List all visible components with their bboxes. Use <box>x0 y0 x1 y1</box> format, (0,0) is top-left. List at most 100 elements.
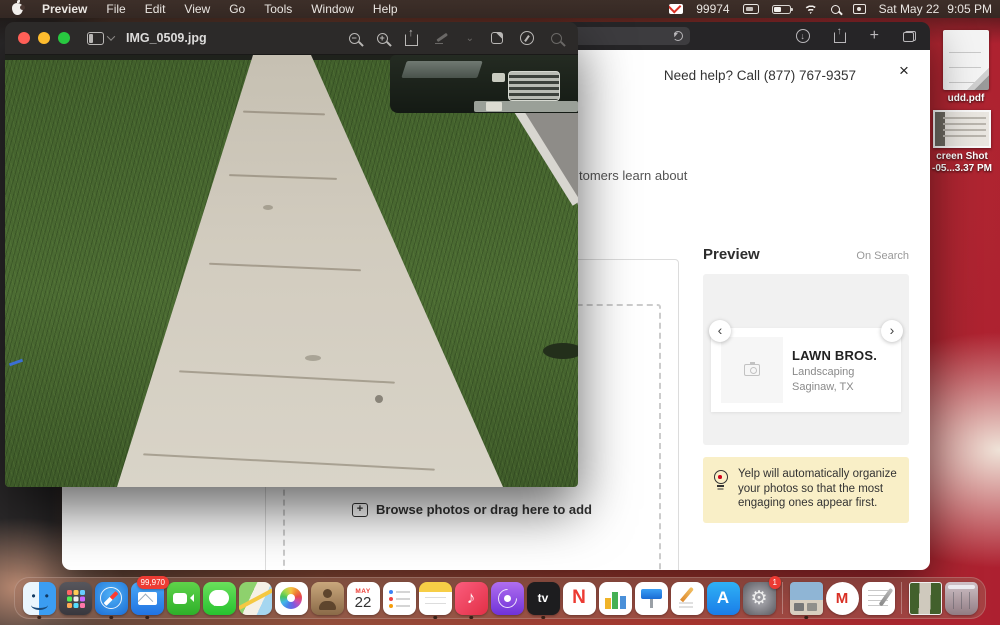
share-icon[interactable]: ↑ <box>405 31 418 46</box>
keynote-icon <box>635 582 668 615</box>
dock-item-trash[interactable] <box>943 578 979 618</box>
pdf-file-icon <box>943 30 989 90</box>
dock-item-numbers[interactable] <box>597 578 633 618</box>
photo-truck <box>390 55 578 117</box>
textedit-icon <box>862 582 895 615</box>
dock-item-mail[interactable]: 99,970 <box>129 578 165 618</box>
preview-heading: Preview <box>703 246 760 263</box>
menu-clock[interactable]: Sat May 22 9:05 PM <box>879 2 992 16</box>
dock-divider <box>782 582 783 614</box>
business-location: Saginaw, TX <box>792 381 877 393</box>
gmail-mimestream-icon: M <box>826 582 859 615</box>
search-icon[interactable] <box>551 33 562 44</box>
new-tab-icon[interactable]: + <box>870 28 879 44</box>
dock-item-notes[interactable] <box>417 578 453 618</box>
dock-item-gmail-mimestream[interactable]: M <box>824 578 860 618</box>
dock-item-contacts[interactable] <box>309 578 345 618</box>
keyboard-icon[interactable] <box>743 4 759 14</box>
browse-photos-button[interactable]: + Browse photos or drag here to add <box>285 502 659 517</box>
running-indicator <box>109 616 113 620</box>
battery-icon[interactable] <box>772 5 791 14</box>
dock-item-reminders[interactable] <box>381 578 417 618</box>
dock-item-textedit[interactable] <box>860 578 896 618</box>
dock-item-pages[interactable] <box>669 578 705 618</box>
menu-item-go[interactable]: Go <box>229 2 245 16</box>
dock-item-maps[interactable] <box>237 578 273 618</box>
reload-icon[interactable] <box>673 31 683 41</box>
tab-overview-icon[interactable] <box>903 31 916 42</box>
dock-item-photos[interactable] <box>273 578 309 618</box>
downloads-icon[interactable]: ↓ <box>796 29 810 43</box>
menu-item-file[interactable]: File <box>106 2 125 16</box>
dock-item-launchpad[interactable] <box>57 578 93 618</box>
news-icon: N <box>563 582 596 615</box>
business-preview-card: LAWN BROS. Landscaping Saginaw, TX <box>711 328 901 412</box>
menu-item-help[interactable]: Help <box>373 2 398 16</box>
menu-item-preview[interactable]: Preview <box>42 2 87 16</box>
photo-grass-patch <box>543 343 578 359</box>
dock-item-messages[interactable] <box>201 578 237 618</box>
dock-item-podcasts[interactable] <box>489 578 525 618</box>
user-switch-icon[interactable] <box>853 4 866 14</box>
recent-window-thumbnail-icon <box>790 582 823 615</box>
dock-item-recent-window-thumbnail[interactable] <box>788 578 824 618</box>
preview-panel: Preview On Search ‹ › LAWN BROS. Landsca… <box>703 246 909 523</box>
dock-item-safari[interactable] <box>93 578 129 618</box>
badge: 99,970 <box>137 576 169 589</box>
preview-app-window: IMG_0509.jpg − + ↑ ⌄ <box>5 22 578 487</box>
sidebar-toggle-button[interactable] <box>87 32 114 45</box>
running-indicator <box>469 616 473 620</box>
dock-item-music[interactable]: ♪ <box>453 578 489 618</box>
dock-item-app-store[interactable]: A <box>705 578 741 618</box>
dock-item-apple-tv[interactable]: tv <box>525 578 561 618</box>
close-icon[interactable]: × <box>892 59 916 83</box>
menu-item-window[interactable]: Window <box>311 2 354 16</box>
minimize-window-button[interactable] <box>38 32 50 44</box>
annotate-icon[interactable] <box>520 31 534 45</box>
zoom-in-icon[interactable]: + <box>377 33 388 44</box>
menu-item-edit[interactable]: Edit <box>145 2 166 16</box>
desktop-icon-screenshot[interactable]: creen Shot -05...3.37 PM <box>930 110 994 175</box>
dock-item-minimized-photo-window[interactable] <box>907 578 943 618</box>
on-search-label: On Search <box>856 250 909 262</box>
help-banner-text: Need help? Call (877) 767-9357 <box>540 68 930 83</box>
dock-item-finder[interactable] <box>21 578 57 618</box>
preview-card-area: ‹ › LAWN BROS. Landscaping Saginaw, TX <box>703 274 909 445</box>
sidebar-icon <box>87 32 104 45</box>
photo-blue-mark <box>9 359 23 367</box>
dock: 99,970 MAY22 ♪ tvN A⚙1 M <box>14 577 986 619</box>
rotate-icon[interactable] <box>491 32 503 44</box>
desktop-icon-pdf[interactable]: udd.pdf <box>938 30 994 105</box>
apple-menu-icon[interactable] <box>12 3 23 15</box>
dock-item-facetime[interactable] <box>165 578 201 618</box>
wifi-icon[interactable] <box>804 4 818 14</box>
tip-text: Yelp will automatically organize your ph… <box>738 467 897 511</box>
dock-item-keynote[interactable] <box>633 578 669 618</box>
dock-item-calendar[interactable]: MAY22 <box>345 578 381 618</box>
badge: 1 <box>769 576 781 589</box>
markup-pen-icon[interactable] <box>435 31 449 45</box>
tip-box: Yelp will automatically organize your ph… <box>703 457 909 523</box>
zoom-out-icon[interactable]: − <box>349 33 360 44</box>
preview-titlebar[interactable]: IMG_0509.jpg − + ↑ ⌄ <box>5 22 578 55</box>
messages-icon <box>203 582 236 615</box>
menu-bar: PreviewFileEditViewGoToolsWindowHelp 999… <box>0 0 1000 18</box>
running-indicator <box>37 616 41 620</box>
screenshot-file-label: creen Shot -05...3.37 PM <box>930 151 994 175</box>
partial-body-text: tomers learn about <box>579 168 687 183</box>
photo-sidewalk <box>5 55 578 487</box>
share-icon[interactable]: ↑ <box>834 30 846 43</box>
close-window-button[interactable] <box>18 32 30 44</box>
dock-item-system-preferences[interactable]: ⚙1 <box>741 578 777 618</box>
running-indicator <box>541 616 545 620</box>
spotlight-icon[interactable] <box>831 5 840 14</box>
zoom-window-button[interactable] <box>58 32 70 44</box>
carousel-next-button[interactable]: › <box>881 320 903 342</box>
gmail-menu-icon[interactable] <box>669 4 683 14</box>
dock-item-news[interactable]: N <box>561 578 597 618</box>
carousel-prev-button[interactable]: ‹ <box>709 320 731 342</box>
menu-item-tools[interactable]: Tools <box>264 2 292 16</box>
markup-chevron-icon[interactable]: ⌄ <box>466 33 474 44</box>
trash-icon <box>945 582 978 615</box>
menu-item-view[interactable]: View <box>184 2 210 16</box>
